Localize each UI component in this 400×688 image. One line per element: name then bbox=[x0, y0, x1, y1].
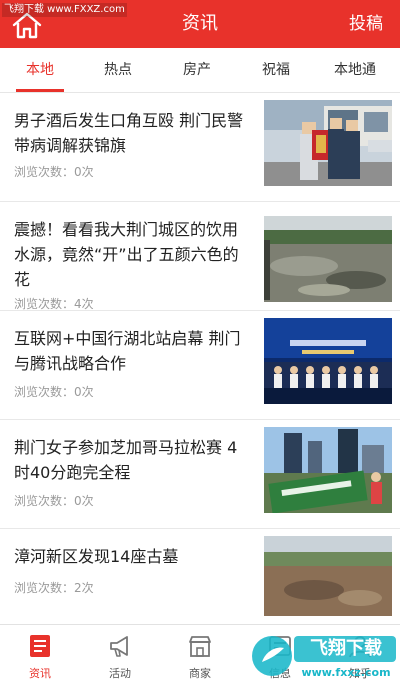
article-views: 浏览次数：0次 bbox=[14, 494, 94, 508]
list-item[interactable]: 荆门女子参加芝加哥马拉松赛 4时40分跑完全程 浏览次数：0次 bbox=[0, 420, 400, 529]
article-thumbnail bbox=[264, 536, 392, 616]
tab-activities[interactable]: 活动 bbox=[80, 625, 160, 685]
tab-local-connect[interactable]: 本地通 bbox=[325, 48, 385, 92]
article-thumbnail bbox=[264, 100, 392, 186]
tab-label: 活动 bbox=[109, 667, 131, 680]
list-item[interactable]: 震撼！看看我大荆门城区的饮用水源，竟然“开”出了五颜六色的花 浏览次数：4次 bbox=[0, 202, 400, 311]
article-thumbnail bbox=[264, 318, 392, 404]
article-views: 浏览次数：0次 bbox=[14, 165, 94, 179]
tab-news[interactable]: 资讯 bbox=[0, 625, 80, 685]
article-views: 浏览次数：4次 bbox=[14, 297, 94, 311]
article-title: 震撼！看看我大荆门城区的饮用水源，竟然“开”出了五颜六色的花 bbox=[14, 220, 239, 289]
article-title: 互联网+中国行湖北站启幕 荆门与腾讯战略合作 bbox=[14, 329, 241, 373]
list-item[interactable]: 男子酒后发生口角互殴 荆门民警带病调解获锦旗 浏览次数：0次 bbox=[0, 93, 400, 202]
watermark-brand: 飞翔下载 bbox=[310, 638, 382, 659]
news-icon bbox=[30, 635, 50, 657]
tab-label: 资讯 bbox=[29, 667, 51, 680]
article-title: 漳河新区发现14座古墓 bbox=[14, 547, 179, 566]
category-tabs: 本地 热点 房产 祝福 本地通 bbox=[0, 48, 400, 93]
tab-label: 商家 bbox=[189, 667, 211, 680]
shop-icon bbox=[189, 636, 211, 657]
watermark-bottom: 飞翔下载 www.fxxz.com bbox=[248, 628, 398, 684]
article-thumbnail bbox=[264, 216, 392, 302]
tab-hot[interactable]: 热点 bbox=[88, 48, 148, 92]
article-title: 荆门女子参加芝加哥马拉松赛 4时40分跑完全程 bbox=[14, 438, 238, 482]
tab-house[interactable]: 房产 bbox=[167, 48, 227, 92]
active-tab-indicator bbox=[16, 89, 64, 92]
tab-local[interactable]: 本地 bbox=[10, 48, 70, 92]
top-header: 资讯 投稿 飞翔下载 www.FXXZ.com bbox=[0, 0, 400, 48]
watermark-url: www.fxxz.com bbox=[301, 666, 391, 679]
tab-wishes[interactable]: 祝福 bbox=[246, 48, 306, 92]
tab-merchants[interactable]: 商家 bbox=[160, 625, 240, 685]
list-item[interactable]: 漳河新区发现14座古墓 浏览次数：2次 bbox=[0, 529, 400, 619]
list-item[interactable]: 互联网+中国行湖北站启幕 荆门与腾讯战略合作 浏览次数：0次 bbox=[0, 311, 400, 420]
post-button[interactable]: 投稿 bbox=[349, 12, 383, 36]
article-views: 浏览次数：0次 bbox=[14, 385, 94, 399]
watermark-top: 飞翔下载 www.FXXZ.com bbox=[2, 3, 127, 17]
article-views: 浏览次数：2次 bbox=[14, 581, 94, 595]
article-thumbnail bbox=[264, 427, 392, 513]
megaphone-icon bbox=[110, 636, 128, 657]
article-title: 男子酒后发生口角互殴 荆门民警带病调解获锦旗 bbox=[14, 111, 244, 155]
article-list: 男子酒后发生口角互殴 荆门民警带病调解获锦旗 浏览次数：0次 震撼！看看我大荆门… bbox=[0, 93, 400, 619]
